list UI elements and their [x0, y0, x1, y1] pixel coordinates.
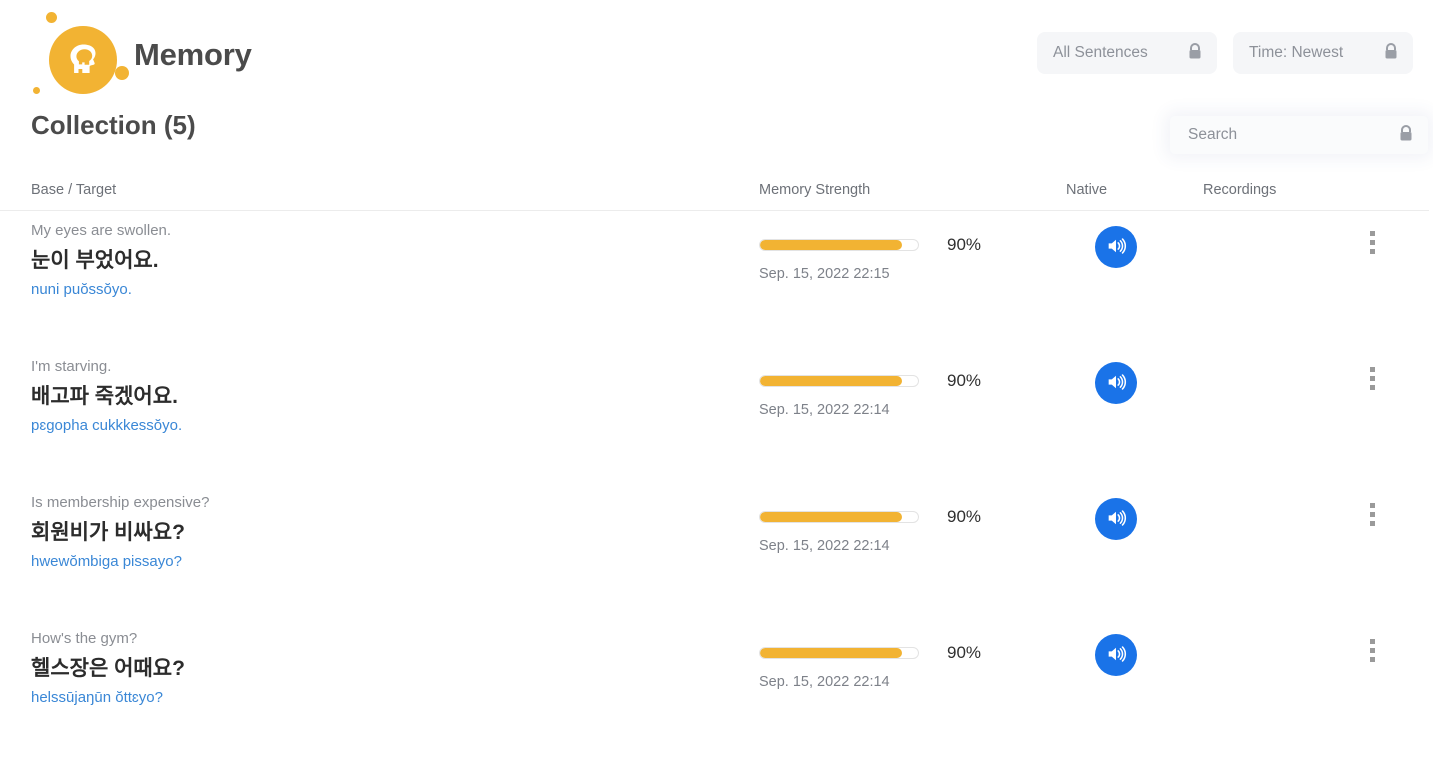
target-sentence: 눈이 부었어요. — [31, 249, 159, 272]
last-review-date: Sep. 15, 2022 22:14 — [759, 538, 890, 554]
memory-strength-percent: 90% — [947, 371, 982, 390]
search-placeholder: Search — [1188, 126, 1238, 143]
base-sentence: I'm starving. — [31, 358, 112, 375]
native-cell — [1066, 634, 1166, 676]
table-body: My eyes are swollen. 눈이 부었어요. nuni puŏss… — [0, 211, 1433, 755]
collection-table: Base / Target Memory Strength Native Rec… — [0, 182, 1433, 755]
lock-icon — [1383, 42, 1399, 65]
speaker-icon — [1105, 235, 1127, 260]
speaker-icon — [1105, 643, 1127, 668]
logo-dot-top-icon — [46, 12, 57, 23]
memory-strength-bar — [759, 375, 919, 387]
table-header-row: Base / Target Memory Strength Native Rec… — [0, 182, 1429, 211]
row-menu-button[interactable] — [1352, 367, 1392, 390]
column-header-native: Native — [1066, 182, 1108, 198]
base-sentence: Is membership expensive? — [31, 494, 210, 511]
memory-strength-percent: 90% — [947, 643, 982, 662]
target-sentence: 회원비가 비싸요? — [31, 521, 185, 544]
memory-strength-cell: 90% Sep. 15, 2022 22:14 — [759, 371, 1009, 418]
sentence-cell: How's the gym? 헬스장은 어때요? helssūjaŋūn ŏtt… — [31, 629, 721, 708]
romanization[interactable]: pɛgopha cukkkessŏyo. — [31, 416, 721, 436]
memory-strength-bar-fill — [760, 376, 903, 386]
last-review-date: Sep. 15, 2022 22:15 — [759, 266, 890, 282]
filter-time-sort[interactable]: Time: Newest — [1233, 32, 1413, 74]
brain-head-logo-icon — [49, 26, 117, 94]
romanization[interactable]: nuni puŏssŏyo. — [31, 280, 721, 300]
memory-strength-bar — [759, 239, 919, 251]
kebab-menu-icon — [1369, 367, 1375, 390]
collection-header: Collection (5) Search — [0, 110, 1433, 182]
logo-dot-right-icon — [115, 66, 129, 80]
play-audio-button[interactable] — [1095, 498, 1137, 540]
sentence-cell: My eyes are swollen. 눈이 부었어요. nuni puŏss… — [31, 221, 721, 300]
speaker-icon — [1105, 371, 1127, 396]
romanization[interactable]: hwewŏmbiga pissayo? — [31, 552, 721, 572]
play-audio-button[interactable] — [1095, 634, 1137, 676]
speaker-icon — [1105, 507, 1127, 532]
column-header-memory-strength: Memory Strength — [759, 182, 871, 198]
app-logo — [30, 9, 129, 101]
table-row: How's the gym? 헬스장은 어때요? helssūjaŋūn ŏtt… — [0, 619, 1433, 755]
app-title: Memory — [134, 37, 252, 72]
filter-all-sentences[interactable]: All Sentences — [1037, 32, 1217, 74]
memory-strength-percent: 90% — [947, 507, 982, 526]
sentence-cell: I'm starving. 배고파 죽겠어요. pɛgopha cukkkess… — [31, 357, 721, 436]
header-filters: All Sentences Time: Newest — [1037, 32, 1413, 74]
native-cell — [1066, 362, 1166, 404]
memory-strength-bar — [759, 511, 919, 523]
row-menu-button[interactable] — [1352, 503, 1392, 526]
memory-strength-bar-fill — [760, 512, 903, 522]
filter-all-sentences-label: All Sentences — [1053, 44, 1148, 61]
search-input[interactable]: Search — [1170, 116, 1428, 154]
lock-icon — [1398, 124, 1414, 147]
native-cell — [1066, 498, 1166, 540]
kebab-menu-icon — [1369, 231, 1375, 254]
logo-dot-bottom-icon — [33, 87, 40, 94]
kebab-menu-icon — [1369, 639, 1375, 662]
native-cell — [1066, 226, 1166, 268]
memory-strength-bar — [759, 647, 919, 659]
base-sentence: How's the gym? — [31, 630, 138, 647]
lock-icon — [1187, 42, 1203, 65]
target-sentence: 배고파 죽겠어요. — [31, 385, 178, 408]
sentence-cell: Is membership expensive? 회원비가 비싸요? hwewŏ… — [31, 493, 721, 572]
column-header-base-target: Base / Target — [31, 182, 117, 198]
top-bar: Memory All Sentences Time: Newest — [0, 0, 1433, 110]
memory-strength-cell: 90% Sep. 15, 2022 22:15 — [759, 235, 1009, 282]
last-review-date: Sep. 15, 2022 22:14 — [759, 674, 890, 690]
last-review-date: Sep. 15, 2022 22:14 — [759, 402, 890, 418]
table-row: Is membership expensive? 회원비가 비싸요? hwewŏ… — [0, 483, 1433, 619]
row-menu-button[interactable] — [1352, 231, 1392, 254]
filter-time-sort-label: Time: Newest — [1249, 44, 1344, 61]
memory-strength-percent: 90% — [947, 235, 982, 254]
row-menu-button[interactable] — [1352, 639, 1392, 662]
column-header-recordings: Recordings — [1203, 182, 1277, 198]
brand: Memory — [30, 10, 252, 100]
base-sentence: My eyes are swollen. — [31, 222, 172, 239]
memory-strength-cell: 90% Sep. 15, 2022 22:14 — [759, 643, 1009, 690]
play-audio-button[interactable] — [1095, 362, 1137, 404]
target-sentence: 헬스장은 어때요? — [31, 657, 185, 680]
page-title: Collection (5) — [31, 110, 196, 140]
memory-strength-bar-fill — [760, 240, 903, 250]
memory-strength-bar-fill — [760, 648, 903, 658]
play-audio-button[interactable] — [1095, 226, 1137, 268]
memory-strength-cell: 90% Sep. 15, 2022 22:14 — [759, 507, 1009, 554]
romanization[interactable]: helssūjaŋūn ŏttɛyo? — [31, 688, 721, 708]
table-row: My eyes are swollen. 눈이 부었어요. nuni puŏss… — [0, 211, 1433, 347]
kebab-menu-icon — [1369, 503, 1375, 526]
table-row: I'm starving. 배고파 죽겠어요. pɛgopha cukkkess… — [0, 347, 1433, 483]
